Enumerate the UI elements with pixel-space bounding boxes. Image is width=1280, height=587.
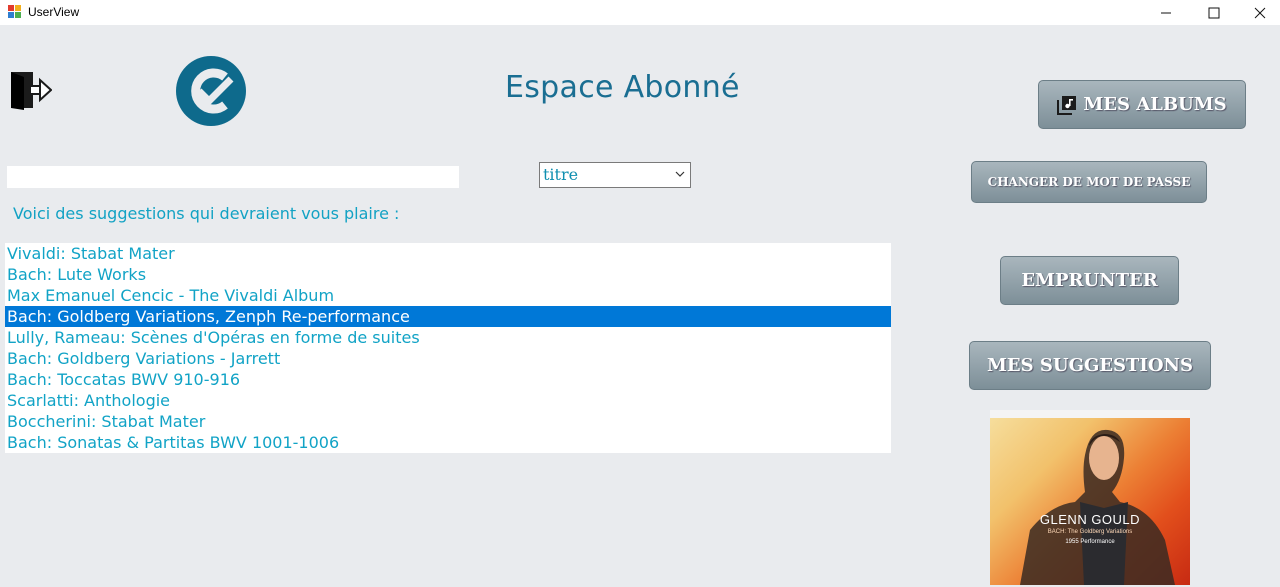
list-item[interactable]: Bach: Lute Works — [5, 264, 891, 285]
app-icon — [8, 5, 21, 18]
list-item[interactable]: Boccherini: Stabat Mater — [5, 411, 891, 432]
maximize-button[interactable] — [1191, 0, 1237, 25]
cover-subtitle-2: 1955 Performance — [1065, 539, 1115, 545]
close-button[interactable] — [1237, 0, 1280, 25]
portrait-silhouette — [1020, 429, 1175, 585]
brand-logo — [176, 56, 246, 126]
my-suggestions-button[interactable]: MES SUGGESTIONS — [969, 341, 1211, 390]
cover-artist: GLENN GOULD — [1039, 512, 1141, 527]
list-item[interactable]: Lully, Rameau: Scènes d'Opéras en forme … — [5, 327, 891, 348]
window-title: UserView — [28, 5, 80, 19]
filter-selected-value: titre — [543, 165, 579, 184]
my-albums-label: MES ALBUMS — [1083, 94, 1227, 115]
list-item-selected[interactable]: Bach: Goldberg Variations, Zenph Re-perf… — [5, 306, 891, 327]
suggestions-label: Voici des suggestions qui devraient vous… — [13, 204, 400, 223]
minimize-icon — [1161, 12, 1171, 13]
cover-subtitle: BACH: The Goldberg Variations — [1047, 529, 1133, 535]
list-item[interactable]: Bach: Goldberg Variations - Jarrett — [5, 348, 891, 369]
window-titlebar: UserView — [0, 0, 1280, 25]
my-albums-button[interactable]: MES ALBUMS — [1038, 80, 1246, 129]
list-item[interactable]: Vivaldi: Stabat Mater — [5, 243, 891, 264]
album-cover: GLENN GOULD BACH: The Goldberg Variation… — [990, 410, 1190, 585]
search-input[interactable] — [7, 166, 459, 188]
list-item[interactable]: Scarlatti: Anthologie — [5, 390, 891, 411]
my-suggestions-label: MES SUGGESTIONS — [986, 355, 1193, 376]
page-title: Espace Abonné — [505, 70, 740, 105]
list-item[interactable]: Bach: Sonatas & Partitas BWV 1001-1006 — [5, 432, 891, 453]
filter-select[interactable]: titre — [539, 162, 691, 188]
change-password-button[interactable]: CHANGER DE MOT DE PASSE — [971, 161, 1207, 203]
list-item[interactable]: Max Emanuel Cencic - The Vivaldi Album — [5, 285, 891, 306]
change-password-label: CHANGER DE MOT DE PASSE — [987, 175, 1191, 189]
close-icon — [1254, 7, 1266, 18]
chevron-down-icon — [675, 171, 685, 177]
music-library-icon — [1057, 95, 1077, 115]
borrow-label: EMPRUNTER — [1021, 270, 1158, 291]
minimize-button[interactable] — [1143, 0, 1189, 25]
list-item[interactable]: Bach: Toccatas BWV 910-916 — [5, 369, 891, 390]
suggestions-list[interactable]: Vivaldi: Stabat Mater Bach: Lute Works M… — [5, 243, 891, 453]
borrow-button[interactable]: EMPRUNTER — [1000, 256, 1179, 305]
maximize-icon — [1208, 7, 1220, 18]
logout-door-icon[interactable] — [10, 70, 52, 110]
